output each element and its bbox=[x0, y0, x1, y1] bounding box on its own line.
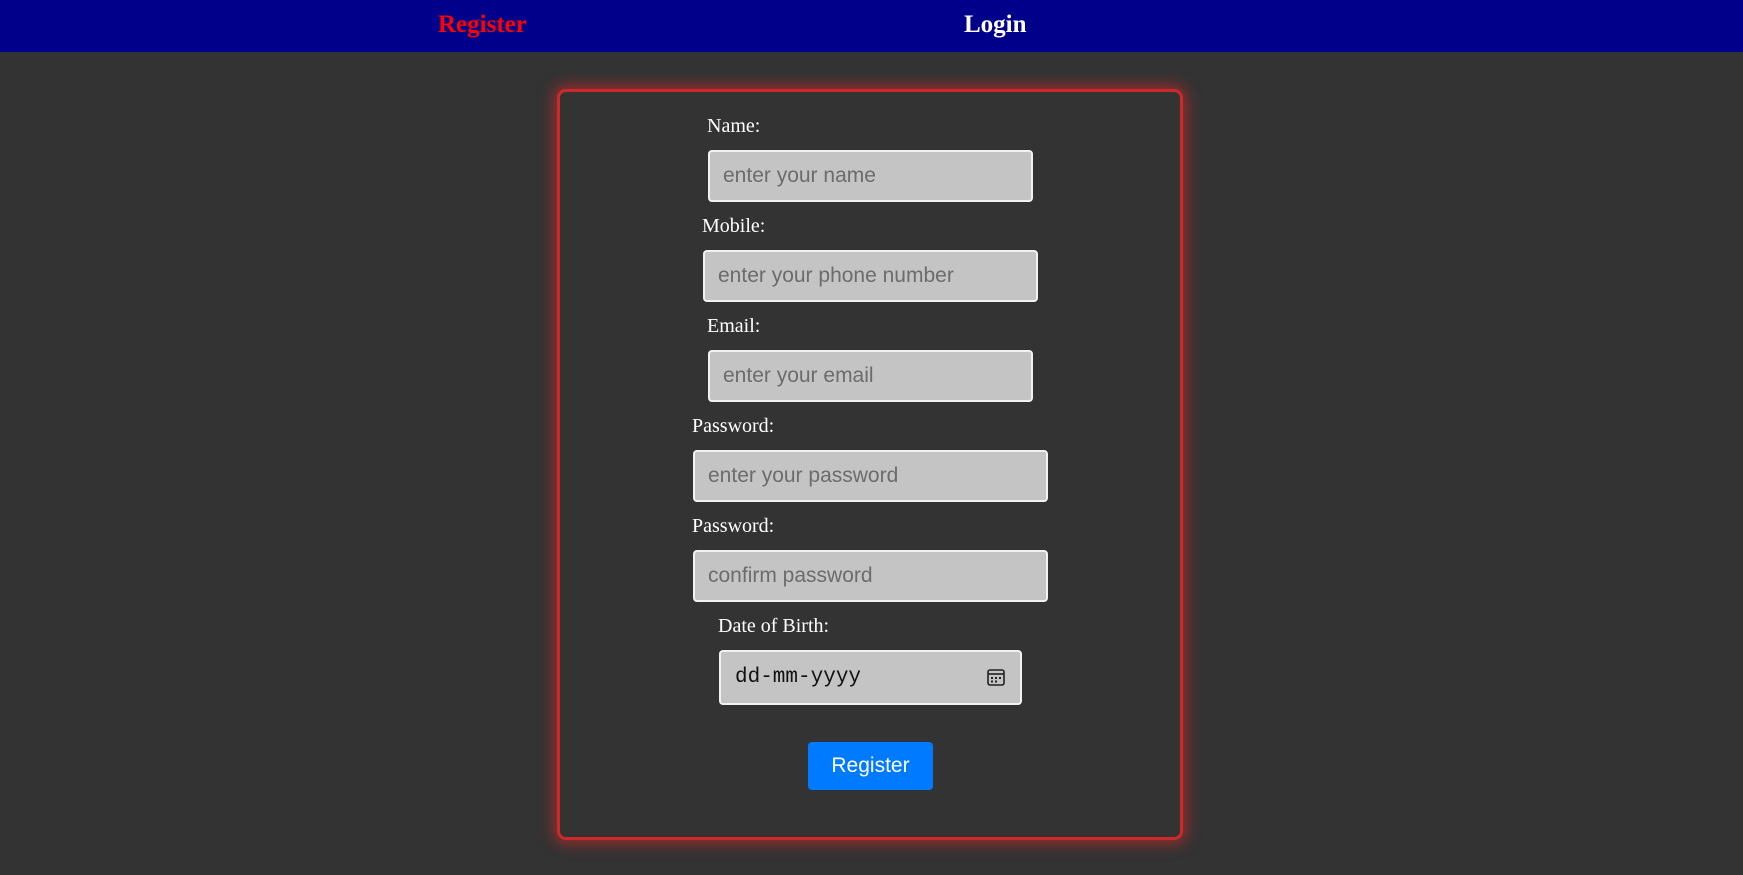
password-input[interactable] bbox=[693, 450, 1048, 502]
nav-login-link[interactable]: Login bbox=[964, 10, 1027, 40]
nav-register-link[interactable]: Register bbox=[438, 10, 527, 40]
dob-placeholder: dd-mm-yyyy bbox=[735, 666, 862, 689]
top-navbar: Register Login bbox=[0, 0, 1743, 52]
password-label: Password: bbox=[692, 415, 775, 437]
name-label: Name: bbox=[707, 115, 761, 137]
email-input[interactable] bbox=[708, 350, 1033, 402]
confirm-password-label: Password: bbox=[692, 515, 775, 537]
name-input[interactable] bbox=[708, 150, 1033, 202]
mobile-input[interactable] bbox=[703, 250, 1038, 302]
confirm-password-input[interactable] bbox=[693, 550, 1048, 602]
calendar-icon[interactable] bbox=[986, 667, 1006, 687]
dob-input[interactable]: dd-mm-yyyy bbox=[719, 650, 1022, 705]
register-submit-button[interactable]: Register bbox=[808, 742, 933, 790]
email-label: Email: bbox=[707, 315, 761, 337]
dob-label: Date of Birth: bbox=[718, 615, 830, 637]
mobile-label: Mobile: bbox=[702, 215, 766, 237]
